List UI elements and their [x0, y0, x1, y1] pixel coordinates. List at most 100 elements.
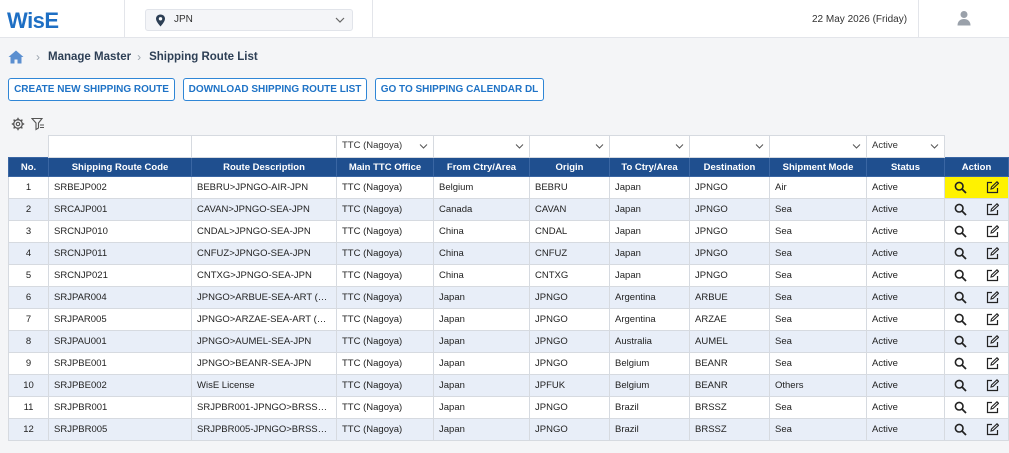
- cell-status: Active: [866, 330, 945, 353]
- search-icon[interactable]: [954, 401, 967, 414]
- cell-shipment-mode: Others: [769, 374, 867, 397]
- edit-icon[interactable]: [986, 401, 1000, 414]
- cell-origin: CNFUZ: [529, 242, 610, 265]
- table-row: 11 SRJPBR001 SRJPBR001-JPNGO>BRSS… TTC (Nag…: [8, 396, 1009, 419]
- filter-main-ttc-office[interactable]: TTC (Nagoya): [336, 135, 434, 158]
- column-header[interactable]: No.: [8, 157, 49, 177]
- cell-status: Active: [866, 374, 945, 397]
- filter-status[interactable]: Active: [866, 135, 945, 158]
- cell-route-code: SRCAJP001: [48, 198, 192, 221]
- edit-icon[interactable]: [986, 269, 1000, 282]
- cell-main-ttc-office: TTC (Nagoya): [336, 198, 434, 221]
- edit-icon[interactable]: [986, 335, 1000, 348]
- edit-icon[interactable]: [986, 357, 1000, 370]
- search-icon[interactable]: [954, 247, 967, 260]
- filter-origin[interactable]: [529, 135, 610, 158]
- column-header[interactable]: To Ctry/Area: [609, 157, 690, 177]
- column-header[interactable]: Shipping Route Code: [48, 157, 192, 177]
- cell-row-number: 8: [8, 330, 49, 353]
- cell-from-ctry: China: [433, 242, 530, 265]
- download-list-button[interactable]: DOWNLOAD SHIPPING ROUTE LIST: [183, 78, 367, 101]
- cell-action: [944, 308, 1009, 331]
- cell-route-description: SRJPBR005-JPNGO>BRSS…: [191, 418, 337, 441]
- column-header[interactable]: Main TTC Office: [336, 157, 434, 177]
- search-icon[interactable]: [954, 379, 967, 392]
- create-route-button[interactable]: CREATE NEW SHIPPING ROUTE: [8, 78, 175, 101]
- search-icon[interactable]: [954, 291, 967, 304]
- home-icon[interactable]: [8, 50, 24, 64]
- edit-icon[interactable]: [986, 247, 1000, 260]
- search-icon[interactable]: [954, 181, 967, 194]
- search-icon[interactable]: [954, 203, 967, 216]
- cell-row-number: 3: [8, 220, 49, 243]
- column-header[interactable]: Route Description: [191, 157, 337, 177]
- clear-filter-icon[interactable]: [31, 117, 45, 131]
- chevron-right-icon: ›: [137, 50, 142, 64]
- cell-from-ctry: Canada: [433, 198, 530, 221]
- edit-icon[interactable]: [986, 423, 1000, 436]
- cell-status: Active: [866, 352, 945, 375]
- wise-logo[interactable]: WisE: [6, 6, 76, 34]
- cell-to-ctry: Japan: [609, 264, 690, 287]
- column-header[interactable]: From Ctry/Area: [433, 157, 530, 177]
- table-row: 7 SRJPAR005 JPNGO>ARZAE-SEA-ART (… TTC (Nag…: [8, 308, 1009, 331]
- edit-icon[interactable]: [986, 291, 1000, 304]
- svg-text:WisE: WisE: [7, 8, 59, 33]
- edit-icon[interactable]: [986, 313, 1000, 326]
- cell-origin: CAVAN: [529, 198, 610, 221]
- search-icon[interactable]: [954, 269, 967, 282]
- filter-route-code[interactable]: [48, 135, 192, 158]
- search-icon[interactable]: [954, 357, 967, 370]
- search-icon[interactable]: [954, 225, 967, 238]
- column-header[interactable]: Destination: [689, 157, 770, 177]
- column-header[interactable]: Origin: [529, 157, 610, 177]
- cell-from-ctry: Belgium: [433, 176, 530, 199]
- cell-route-code: SRJPAR005: [48, 308, 192, 331]
- search-icon[interactable]: [954, 313, 967, 326]
- edit-icon[interactable]: [986, 225, 1000, 238]
- cell-shipment-mode: Sea: [769, 308, 867, 331]
- cell-shipment-mode: Sea: [769, 330, 867, 353]
- cell-action: [944, 396, 1009, 419]
- cell-status: Active: [866, 242, 945, 265]
- table-row: 10 SRJPBE002 WisE License TTC (Nagoya) Japan…: [8, 374, 1009, 397]
- cell-origin: JPNGO: [529, 308, 610, 331]
- divider: [372, 0, 373, 38]
- edit-icon[interactable]: [986, 181, 1000, 194]
- cell-to-ctry: Japan: [609, 176, 690, 199]
- filter-shipment-mode[interactable]: [769, 135, 867, 158]
- cell-to-ctry: Japan: [609, 242, 690, 265]
- filter-route-description[interactable]: [191, 135, 337, 158]
- breadcrumb-manage-master[interactable]: Manage Master: [48, 51, 131, 63]
- region-select[interactable]: JPN: [145, 9, 353, 31]
- cell-action: [944, 176, 1009, 199]
- search-icon[interactable]: [954, 423, 967, 436]
- cell-main-ttc-office: TTC (Nagoya): [336, 352, 434, 375]
- cell-destination: ARZAE: [689, 308, 770, 331]
- cell-action: [944, 198, 1009, 221]
- cell-route-description: CNDAL>JPNGO-SEA-JPN: [191, 220, 337, 243]
- cell-action: [944, 330, 1009, 353]
- cell-destination: BEANR: [689, 374, 770, 397]
- cell-destination: JPNGO: [689, 220, 770, 243]
- go-to-calendar-button[interactable]: GO TO SHIPPING CALENDAR DL: [375, 78, 544, 101]
- edit-icon[interactable]: [986, 379, 1000, 392]
- filter-destination[interactable]: [689, 135, 770, 158]
- cell-route-code: SRJPAU001: [48, 330, 192, 353]
- cell-row-number: 4: [8, 242, 49, 265]
- edit-icon[interactable]: [986, 203, 1000, 216]
- cell-action: [944, 286, 1009, 309]
- filter-from-ctry[interactable]: [433, 135, 530, 158]
- cell-main-ttc-office: TTC (Nagoya): [336, 242, 434, 265]
- column-header[interactable]: Status: [866, 157, 945, 177]
- region-value: JPN: [174, 14, 193, 25]
- location-pin-icon: [156, 14, 165, 27]
- settings-icon[interactable]: [11, 117, 25, 131]
- cell-main-ttc-office: TTC (Nagoya): [336, 374, 434, 397]
- cell-status: Active: [866, 264, 945, 287]
- column-header[interactable]: Shipment Mode: [769, 157, 867, 177]
- filter-to-ctry[interactable]: [609, 135, 690, 158]
- search-icon[interactable]: [954, 335, 967, 348]
- user-icon[interactable]: [956, 10, 972, 26]
- cell-action: [944, 374, 1009, 397]
